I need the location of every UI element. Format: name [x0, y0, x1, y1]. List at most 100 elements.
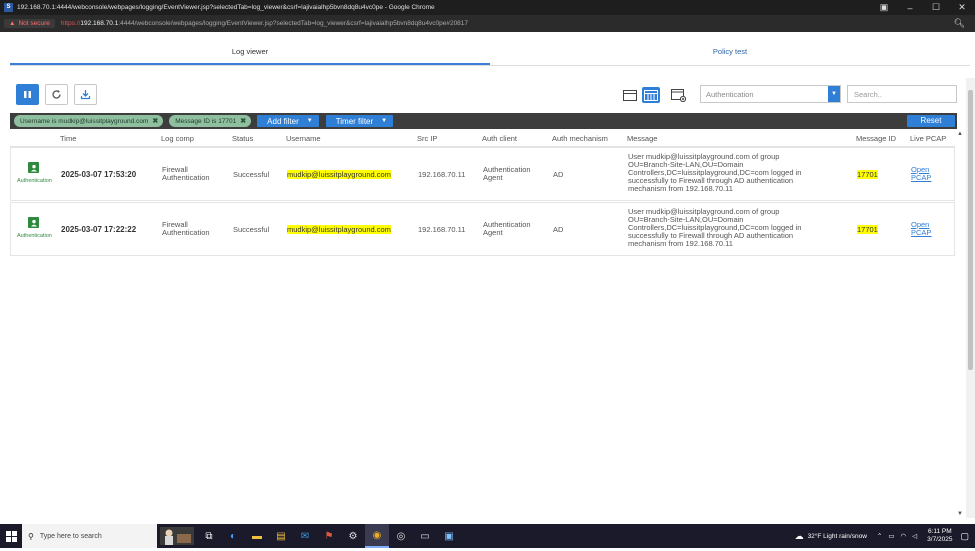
message-cell: User mudkip@luissitplayground.com of gro… — [628, 153, 801, 193]
close-window-button[interactable]: ✕ — [949, 2, 975, 13]
system-tray: ☁ 32°F Light rain/snow ⌃ ▭ ◠ ◁ 6:11 PM 3… — [795, 528, 975, 544]
scroll-up-icon[interactable]: ▲ — [957, 131, 963, 137]
add-filter-button[interactable]: Add filter ▼ — [257, 115, 319, 127]
chevron-down-icon: ▼ — [306, 118, 313, 124]
column-header-status[interactable]: Status — [232, 134, 253, 143]
chevron-down-icon: ▼ — [381, 118, 388, 124]
not-secure-badge[interactable]: ▲ Not secure — [4, 19, 55, 28]
filter-bar: Username is mudkip@luissitplayground.com… — [10, 113, 957, 129]
search-highlight-image[interactable] — [157, 524, 197, 548]
mail-icon[interactable]: ✉ — [293, 524, 317, 548]
username-highlight: mudkip@luissitplayground.com — [287, 225, 391, 234]
filter-chip-label: Message ID is 17701 — [175, 117, 237, 125]
extensions-icon[interactable]: ▣ — [871, 2, 897, 13]
table-scrollbar[interactable]: ▲ ▼ — [957, 131, 964, 551]
page-scrollbar[interactable] — [966, 78, 975, 518]
notification-icon[interactable]: ▢ — [960, 531, 969, 542]
zoom-icon[interactable]: 🔍︎ — [954, 18, 965, 29]
column-header-username[interactable]: Username — [286, 134, 321, 143]
warning-icon: ▲ — [9, 20, 16, 27]
task-view-icon[interactable]: ⧉ — [197, 524, 221, 548]
wifi-icon[interactable]: ◠ — [901, 532, 907, 540]
status-cell: Successful — [233, 170, 270, 179]
maximize-button[interactable]: ☐ — [923, 2, 949, 13]
weather-widget[interactable]: ☁ 32°F Light rain/snow — [795, 531, 867, 542]
column-header-auth-client[interactable]: Auth client — [482, 134, 517, 143]
refresh-button[interactable] — [45, 84, 68, 105]
app-pin-icon[interactable]: ⚑ — [317, 524, 341, 548]
column-header-auth-mechanism[interactable]: Auth mechanism — [552, 134, 608, 143]
url-host: 192.168.70.1 — [80, 20, 119, 27]
search-input[interactable]: Search.. — [847, 85, 957, 103]
log-comp-line: Authentication — [162, 173, 210, 182]
app-circle-icon[interactable]: ◎ — [389, 524, 413, 548]
windows-logo-icon — [5, 530, 17, 542]
column-header-time[interactable]: Time — [60, 134, 76, 143]
detailed-view-button[interactable] — [642, 87, 660, 103]
filter-chip-message-id[interactable]: Message ID is 17701 ✖ — [169, 115, 252, 127]
notes-app-icon[interactable]: ▤ — [269, 524, 293, 548]
table-row[interactable]: Authentication 2025-03-07 17:53:20 Firew… — [10, 147, 955, 201]
pcap-link-line[interactable]: PCAP — [911, 229, 931, 237]
table-row[interactable]: Authentication 2025-03-07 17:22:22 Firew… — [10, 202, 955, 256]
clock[interactable]: 6:11 PM 3/7/2025 — [927, 528, 952, 544]
chrome-browser-icon[interactable]: ◉ — [365, 524, 389, 548]
start-button[interactable] — [0, 524, 22, 548]
message-id-highlight: 17701 — [857, 170, 878, 179]
edge-browser-icon[interactable]: ◐ — [221, 524, 245, 548]
url-text[interactable]: https://192.168.70.1:4444/webconsole/web… — [61, 20, 468, 27]
window-title: 192.168.70.1:4444/webconsole/webpages/lo… — [17, 4, 435, 11]
taskbar-search-input[interactable]: ⚲ Type here to search — [22, 524, 157, 548]
auth-client-line: Agent — [483, 228, 503, 237]
export-button[interactable] — [74, 84, 97, 105]
remote-desktop-icon[interactable]: ▣ — [437, 524, 461, 548]
column-header-src-ip[interactable]: Src IP — [417, 134, 437, 143]
chevron-up-icon[interactable]: ⌃ — [877, 532, 882, 540]
scroll-down-icon[interactable]: ▼ — [957, 511, 963, 517]
settings-gear-icon[interactable]: ⚙ — [341, 524, 365, 548]
windows-taskbar: ⚲ Type here to search ⧉ ◐ ▬ ▤ ✉ ⚑ ⚙ ◉ ◎ … — [0, 524, 975, 548]
open-pcap-link[interactable]: Open PCAP — [911, 221, 931, 237]
column-settings-icon — [671, 88, 687, 102]
timer-filter-button[interactable]: Timer filter ▼ — [325, 115, 394, 127]
column-settings-button[interactable] — [670, 87, 688, 103]
auth-client-cell: Authentication Agent — [483, 166, 531, 182]
open-pcap-link[interactable]: Open PCAP — [911, 166, 931, 182]
volume-icon[interactable]: ◁ — [912, 532, 917, 540]
minimize-button[interactable]: – — [897, 3, 923, 13]
column-header-log-comp[interactable]: Log comp — [161, 134, 194, 143]
module-select[interactable]: Authentication ▼ — [700, 85, 841, 103]
terminal-icon[interactable]: ▭ — [413, 524, 437, 548]
remove-filter-icon[interactable]: ✖ — [240, 117, 246, 125]
username-cell: mudkip@luissitplayground.com — [287, 225, 391, 234]
column-header-live-pcap[interactable]: Live PCAP — [910, 134, 946, 143]
list-view-button[interactable] — [621, 87, 639, 103]
network-icon[interactable]: ▭ — [888, 532, 894, 540]
chevron-down-icon[interactable]: ▼ — [828, 86, 840, 102]
log-toolbar: Authentication ▼ Search.. — [10, 84, 965, 108]
filter-chip-username[interactable]: Username is mudkip@luissitplayground.com… — [14, 115, 164, 127]
pcap-link-line[interactable]: PCAP — [911, 174, 931, 182]
page-content: Log viewer Policy test Authentication ▼ … — [0, 32, 975, 524]
pause-icon — [24, 91, 31, 98]
timer-filter-label: Timer filter — [335, 116, 374, 126]
reset-button[interactable]: Reset — [907, 115, 955, 127]
not-secure-label: Not secure — [18, 20, 50, 27]
scrollbar-thumb[interactable] — [968, 90, 973, 370]
address-bar[interactable]: ▲ Not secure https://192.168.70.1:4444/w… — [0, 15, 975, 32]
tab-log-viewer[interactable]: Log viewer — [10, 40, 490, 65]
message-line: mechanism from 192.168.70.11 — [628, 239, 733, 248]
username-highlight: mudkip@luissitplayground.com — [287, 170, 391, 179]
remove-filter-icon[interactable]: ✖ — [152, 117, 158, 125]
file-explorer-icon[interactable]: ▬ — [245, 524, 269, 548]
column-header-message[interactable]: Message — [627, 134, 657, 143]
tab-policy-test[interactable]: Policy test — [490, 40, 970, 65]
add-filter-label: Add filter — [267, 116, 299, 126]
column-header-message-id[interactable]: Message ID — [856, 134, 896, 143]
time-cell: 2025-03-07 17:53:20 — [61, 170, 137, 179]
site-favicon-icon: S — [4, 3, 13, 12]
refresh-icon — [52, 90, 61, 99]
search-icon: ⚲ — [28, 531, 34, 541]
pause-button[interactable] — [16, 84, 39, 105]
module-select-value: Authentication — [706, 89, 754, 99]
